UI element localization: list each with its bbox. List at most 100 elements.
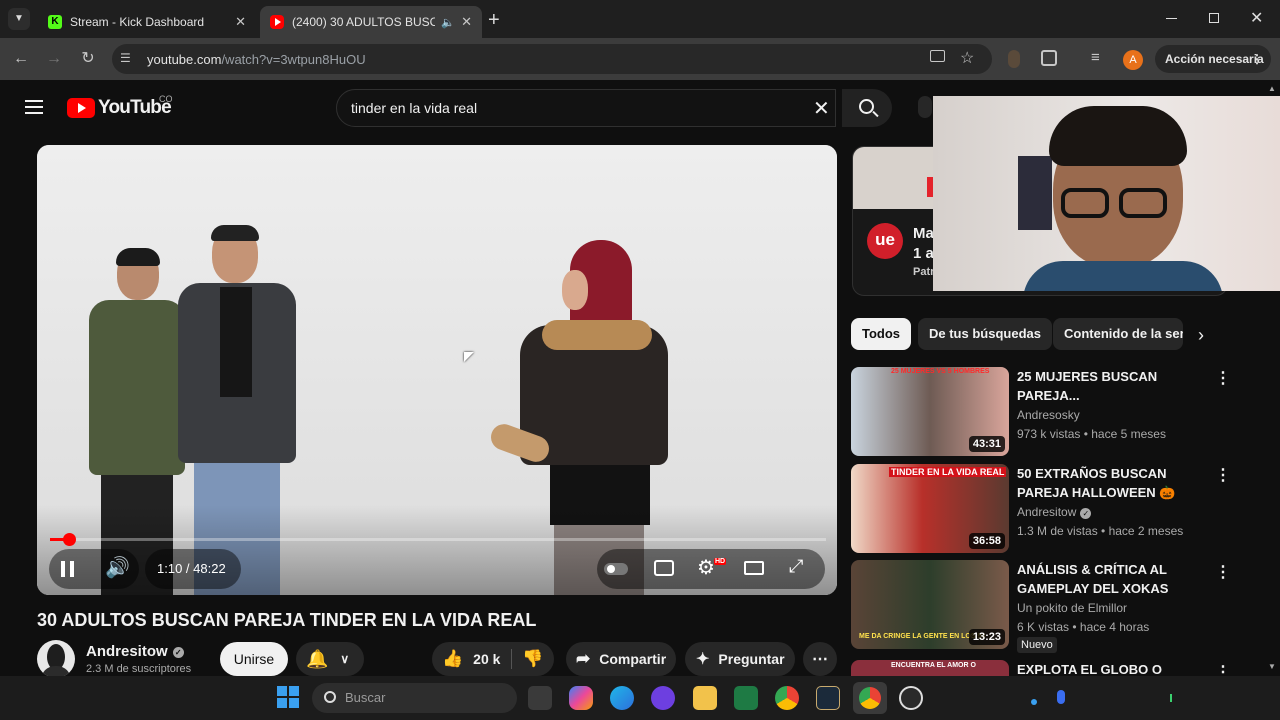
scroll-down-arrow-icon[interactable]: ▼ — [1268, 662, 1276, 671]
recommendation-thumbnail[interactable]: 25 MUJERES VS 5 HOMBRES 43:31 — [851, 367, 1009, 456]
subtitles-icon[interactable] — [654, 560, 674, 576]
chip-todos[interactable]: Todos — [851, 318, 912, 350]
thumbs-down-icon: 👎 — [522, 649, 544, 668]
windows-taskbar — [0, 676, 1280, 720]
thumbnail-text: ME DA CRINGE LA GENTE EN LOS 90 — [859, 633, 986, 640]
share-label: Compartir — [599, 651, 667, 667]
join-label: Unirse — [233, 651, 275, 667]
tray-mic-icon[interactable] — [1057, 690, 1065, 704]
recommendation-thumbnail[interactable]: ME DA CRINGE LA GENTE EN LOS 90 13:23 — [851, 560, 1009, 649]
recommendation-channel[interactable]: Andresosky — [1017, 408, 1080, 422]
forward-icon[interactable]: → — [43, 48, 65, 70]
recommendation-menu-icon[interactable]: ⋮ — [1215, 662, 1231, 676]
fullscreen-icon[interactable]: ⤢ — [789, 556, 803, 577]
speaker-icon[interactable]: 🔈 — [441, 16, 455, 29]
like-count: 20 k — [473, 651, 501, 667]
youtube-play-logo-icon — [67, 98, 95, 118]
chip-next-chevron-icon[interactable]: › — [1198, 325, 1204, 346]
channel-name[interactable]: Andresitow ✓ — [86, 643, 184, 660]
tab-title: Stream - Kick Dashboard — [70, 15, 205, 29]
recommendation-meta: 6 K vistas • hace 4 horas — [1017, 620, 1150, 634]
install-app-icon[interactable] — [930, 50, 945, 62]
channel-avatar[interactable] — [37, 640, 75, 678]
search-box[interactable]: tinder en la vida real ✕ — [336, 89, 836, 127]
minimize-icon[interactable] — [1166, 18, 1177, 19]
youtube-logo[interactable]: YouTube — [67, 97, 172, 119]
settings-gear-icon[interactable]: ⚙ — [697, 555, 715, 580]
chrome-icon[interactable] — [775, 686, 799, 710]
recommendation-channel[interactable]: Un pokito de Elmillor — [1017, 601, 1127, 615]
isp-app-icon[interactable] — [651, 686, 675, 710]
recommendation-title[interactable]: EXPLOTA EL GLOBO O — [1017, 660, 1207, 676]
progress-bar[interactable] — [50, 533, 826, 546]
obs-icon[interactable] — [899, 686, 923, 710]
close-icon[interactable]: ✕ — [1250, 8, 1263, 28]
pause-icon[interactable] — [61, 561, 75, 577]
taskbar-search[interactable]: Buscar — [312, 683, 517, 713]
share-button[interactable]: ➦ Compartir — [566, 642, 676, 676]
media-controls-icon[interactable]: ≡ — [1091, 49, 1100, 66]
dislike-button[interactable]: 👎 — [514, 642, 554, 676]
profile-avatar[interactable]: A — [1123, 50, 1143, 70]
chip-de-tus-busquedas[interactable]: De tus búsquedas — [918, 318, 1052, 350]
scroll-up-arrow-icon[interactable]: ▲ — [1268, 84, 1276, 93]
recommendation-title[interactable]: 25 MUJERES BUSCAN PAREJA... — [1017, 367, 1207, 405]
tab-search-button[interactable]: ▼ — [8, 8, 30, 30]
subscribe-bell-button[interactable]: 🔔 ∨ — [296, 642, 364, 676]
new-tab-button[interactable]: + — [488, 9, 500, 32]
edge-icon[interactable] — [610, 686, 634, 710]
excel-icon[interactable] — [734, 686, 758, 710]
recommendation-thumbnail[interactable]: TINDER EN LA VIDA REAL 36:58 — [851, 464, 1009, 553]
windows-start-icon[interactable] — [277, 686, 299, 708]
chip-contenido-de-la-serie[interactable]: Contenido de la ser — [1053, 318, 1183, 350]
video-duration: 36:58 — [968, 533, 1005, 549]
recommendation-title[interactable]: 50 EXTRAÑOS BUSCAN PAREJA HALLOWEEN 🎃 — [1017, 464, 1207, 502]
recommendation-meta: 973 k vistas • hace 5 meses — [1017, 427, 1166, 441]
close-tab-icon[interactable]: ✕ — [235, 14, 246, 30]
back-icon[interactable]: ← — [10, 48, 32, 70]
url-text[interactable]: youtube.com/watch?v=3wtpun8HuOU — [147, 52, 366, 67]
promo-line-3: Patr — [913, 266, 935, 278]
file-explorer-icon[interactable] — [693, 686, 717, 710]
video-player[interactable]: 🔊 ⚙ HD ⤢ — [37, 145, 837, 595]
extensions-puzzle-icon[interactable] — [1041, 50, 1057, 66]
like-divider — [511, 649, 512, 669]
like-button[interactable]: 👍 20 k — [432, 642, 512, 676]
volume-icon[interactable]: 🔊 — [105, 555, 130, 580]
verified-icon: ✓ — [1080, 508, 1092, 519]
recommendation-channel[interactable]: Andresitow ✓ — [1017, 505, 1092, 519]
theater-mode-icon[interactable] — [744, 561, 764, 575]
hamburger-menu-icon[interactable] — [25, 100, 43, 114]
action-needed-button[interactable]: Acción necesaria ⋮ — [1155, 45, 1271, 73]
autoplay-toggle[interactable] — [604, 563, 628, 575]
site-info-icon[interactable]: ☰ — [120, 51, 131, 65]
search-button[interactable] — [842, 89, 892, 127]
recommendation-title[interactable]: ANÁLISIS & CRÍTICA AL GAMEPLAY DEL XOKAS — [1017, 560, 1207, 598]
recommendation-menu-icon[interactable]: ⋮ — [1215, 465, 1231, 485]
search-input[interactable]: tinder en la vida real — [351, 100, 477, 116]
recommendation-menu-icon[interactable]: ⋮ — [1215, 368, 1231, 388]
verified-icon: ✓ — [172, 647, 184, 658]
copilot-icon[interactable] — [569, 686, 593, 710]
reload-icon[interactable]: ↻ — [77, 48, 99, 70]
bookmark-star-icon[interactable]: ☆ — [960, 48, 974, 68]
ask-button[interactable]: ✦ Preguntar — [685, 642, 795, 676]
close-tab-icon[interactable]: ✕ — [461, 14, 472, 30]
tab-youtube-video[interactable]: (2400) 30 ADULTOS BUSCAN 🔈 ✕ — [260, 6, 482, 38]
tab-kick-dashboard[interactable]: K Stream - Kick Dashboard ✕ — [38, 6, 256, 38]
join-button[interactable]: Unirse — [220, 642, 288, 676]
chrome-profile-active-icon[interactable] — [853, 682, 887, 714]
restore-icon[interactable] — [1209, 13, 1219, 23]
mouse-cursor-icon — [464, 352, 474, 362]
recommendation-thumbnail[interactable]: ENCUENTRA EL AMOR O — [851, 660, 1009, 676]
league-icon[interactable] — [816, 686, 840, 710]
more-actions-button[interactable]: ⋯ — [803, 642, 837, 676]
voice-search-icon[interactable] — [918, 96, 932, 118]
recommendation-menu-icon[interactable]: ⋮ — [1215, 562, 1231, 582]
tray-indicator-icon — [1170, 694, 1172, 702]
taskview-icon[interactable] — [528, 686, 552, 710]
clear-search-icon[interactable]: ✕ — [813, 96, 830, 121]
extension-icon[interactable] — [1008, 50, 1020, 68]
scrubber-handle[interactable] — [62, 533, 76, 546]
channel-name-text: Andresitow — [1017, 505, 1077, 519]
